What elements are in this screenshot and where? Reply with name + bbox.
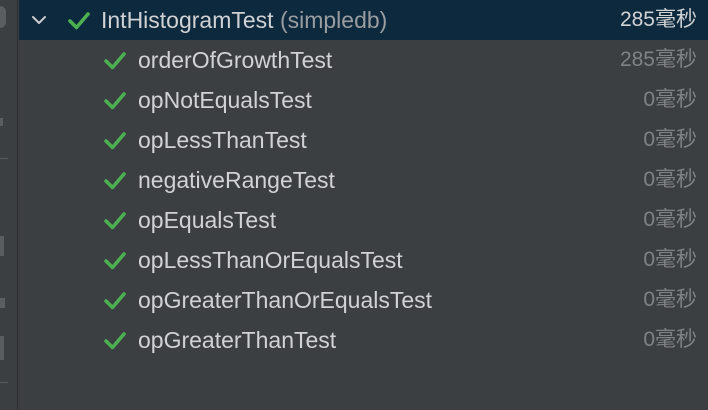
- test-duration: 0毫秒: [643, 128, 697, 151]
- test-row[interactable]: opGreaterThanTest 0毫秒: [19, 320, 708, 360]
- passed-check-icon: [68, 12, 90, 30]
- passed-check-icon: [104, 132, 126, 150]
- toolbar-icon[interactable]: [0, 118, 3, 126]
- toolbar-icon[interactable]: [0, 236, 4, 256]
- test-tree: IntHistogramTest (simpledb) 285毫秒 orderO…: [19, 0, 708, 410]
- test-name: opGreaterThanTest: [138, 327, 337, 353]
- test-name: opNotEqualsTest: [138, 87, 312, 113]
- suite-label: IntHistogramTest (simpledb): [101, 6, 387, 34]
- test-row[interactable]: opNotEqualsTest 0毫秒: [19, 80, 708, 120]
- toolbar-icon[interactable]: [0, 6, 6, 28]
- test-duration: 0毫秒: [643, 248, 697, 271]
- test-row[interactable]: opEqualsTest 0毫秒: [19, 200, 708, 240]
- suite-package: (simpledb): [279, 7, 388, 33]
- test-duration: 0毫秒: [643, 288, 697, 311]
- chevron-down-icon[interactable]: [31, 12, 47, 28]
- passed-check-icon: [104, 292, 126, 310]
- test-row[interactable]: orderOfGrowthTest 285毫秒: [19, 40, 708, 80]
- test-row[interactable]: opLessThanTest 0毫秒: [19, 120, 708, 160]
- test-suite-row[interactable]: IntHistogramTest (simpledb) 285毫秒: [19, 0, 708, 40]
- test-row[interactable]: negativeRangeTest 0毫秒: [19, 160, 708, 200]
- test-duration: 285毫秒: [619, 48, 697, 71]
- left-toolbar-strip: [0, 0, 18, 410]
- test-duration: 0毫秒: [643, 208, 697, 231]
- toolbar-divider: [0, 158, 8, 159]
- toolbar-icon[interactable]: [0, 298, 5, 308]
- test-name: opGreaterThanOrEqualsTest: [138, 287, 433, 313]
- test-results-panel: IntHistogramTest (simpledb) 285毫秒 orderO…: [0, 0, 708, 410]
- passed-check-icon: [104, 92, 126, 110]
- test-duration: 0毫秒: [643, 168, 697, 191]
- test-name: opLessThanTest: [138, 127, 307, 153]
- test-name: opEqualsTest: [138, 207, 277, 233]
- test-duration: 0毫秒: [643, 88, 697, 111]
- test-name: orderOfGrowthTest: [138, 47, 333, 73]
- passed-check-icon: [104, 52, 126, 70]
- toolbar-divider: [0, 382, 8, 383]
- suite-duration: 285毫秒: [619, 8, 697, 31]
- test-duration: 0毫秒: [643, 328, 697, 351]
- test-name: opLessThanOrEqualsTest: [138, 247, 403, 273]
- test-row[interactable]: opGreaterThanOrEqualsTest 0毫秒: [19, 280, 708, 320]
- toolbar-icon[interactable]: [0, 336, 4, 360]
- passed-check-icon: [104, 212, 126, 230]
- suite-name: IntHistogramTest: [101, 7, 274, 33]
- passed-check-icon: [104, 252, 126, 270]
- passed-check-icon: [104, 332, 126, 350]
- passed-check-icon: [104, 172, 126, 190]
- test-row[interactable]: opLessThanOrEqualsTest 0毫秒: [19, 240, 708, 280]
- test-name: negativeRangeTest: [138, 167, 335, 193]
